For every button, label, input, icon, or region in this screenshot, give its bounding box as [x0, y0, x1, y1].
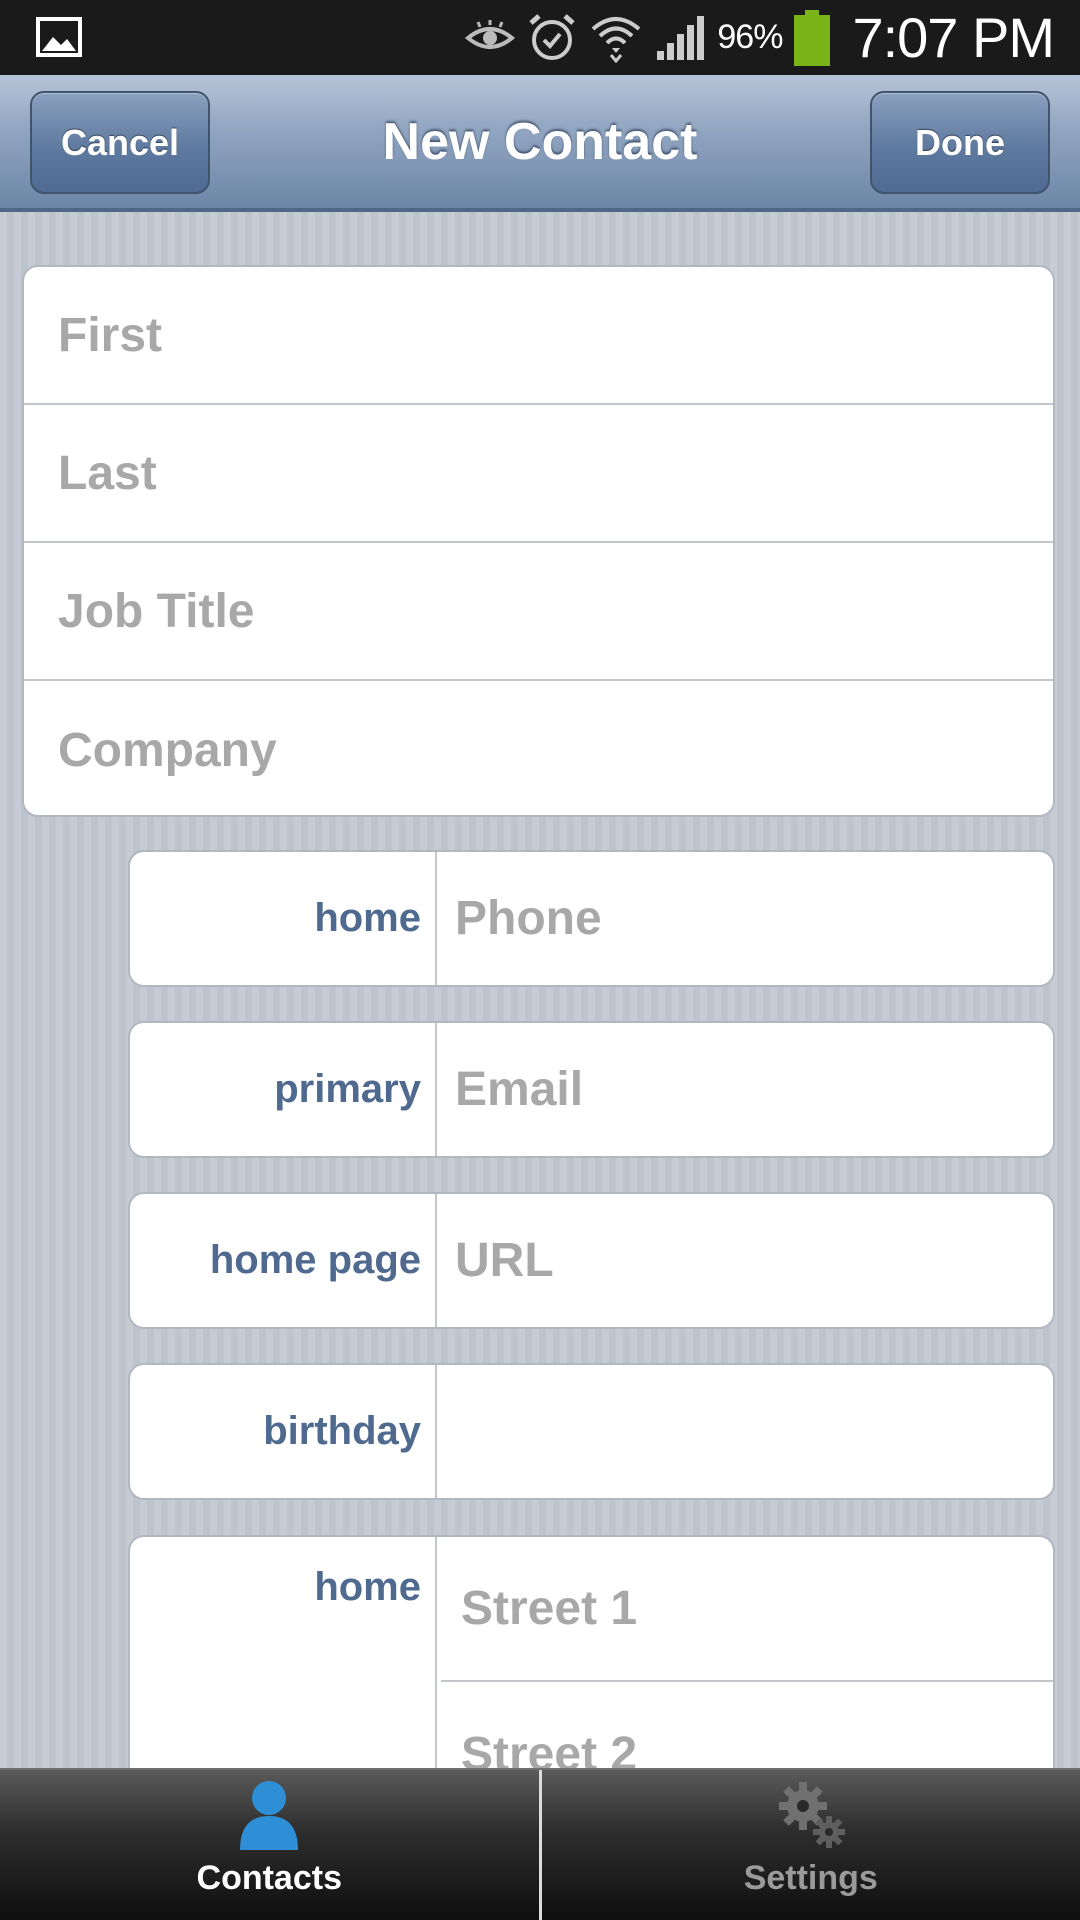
- status-bar: 96% 7:07 PM: [0, 0, 1080, 75]
- company-input[interactable]: [58, 681, 1053, 819]
- url-row: home page: [128, 1192, 1055, 1329]
- first-name-input[interactable]: [58, 267, 1053, 403]
- street1-input[interactable]: [461, 1537, 1053, 1680]
- contact-form[interactable]: home primary home page birthday home: [0, 212, 1080, 1768]
- tab-settings-label: Settings: [743, 1859, 878, 1897]
- address-card: home: [128, 1535, 1055, 1768]
- tab-contacts[interactable]: Contacts: [0, 1770, 542, 1920]
- company-row: [24, 681, 1053, 819]
- email-input[interactable]: [455, 1023, 1053, 1156]
- tab-contacts-label: Contacts: [196, 1859, 342, 1897]
- battery-percent: 96%: [717, 18, 783, 56]
- navigation-bar: Cancel New Contact Done: [0, 75, 1080, 212]
- tab-settings[interactable]: Settings: [542, 1770, 1080, 1920]
- url-type-label[interactable]: home page: [130, 1194, 437, 1327]
- last-name-row: [24, 405, 1053, 543]
- address-type-label[interactable]: home: [130, 1537, 437, 1768]
- gears-icon: [773, 1778, 849, 1857]
- page-title: New Contact: [382, 112, 698, 171]
- street2-input[interactable]: [461, 1682, 1053, 1768]
- battery-icon: [794, 9, 831, 66]
- email-type-label[interactable]: primary: [130, 1023, 437, 1156]
- last-name-input[interactable]: [58, 405, 1053, 541]
- phone-type-label[interactable]: home: [130, 852, 437, 985]
- birthday-input[interactable]: [455, 1365, 1053, 1498]
- eye-icon: [465, 19, 516, 56]
- phone-row: home: [128, 850, 1055, 987]
- phone-input[interactable]: [455, 852, 1053, 985]
- name-card: [22, 265, 1055, 819]
- person-icon: [234, 1778, 304, 1857]
- job-title-input[interactable]: [58, 543, 1053, 679]
- gallery-icon: [36, 17, 82, 57]
- first-name-row: [24, 267, 1053, 405]
- wifi-icon: [589, 13, 643, 63]
- url-input[interactable]: [455, 1194, 1053, 1327]
- signal-icon: [655, 15, 705, 61]
- tab-bar: Contacts Settings: [0, 1768, 1080, 1920]
- clock: 7:07 PM: [852, 6, 1055, 69]
- birthday-row: birthday: [128, 1363, 1055, 1500]
- done-button[interactable]: Done: [870, 91, 1050, 194]
- job-title-row: [24, 543, 1053, 681]
- birthday-label: birthday: [130, 1365, 437, 1498]
- email-row: primary: [128, 1021, 1055, 1158]
- alarm-icon: [527, 13, 577, 63]
- cancel-button[interactable]: Cancel: [30, 91, 210, 194]
